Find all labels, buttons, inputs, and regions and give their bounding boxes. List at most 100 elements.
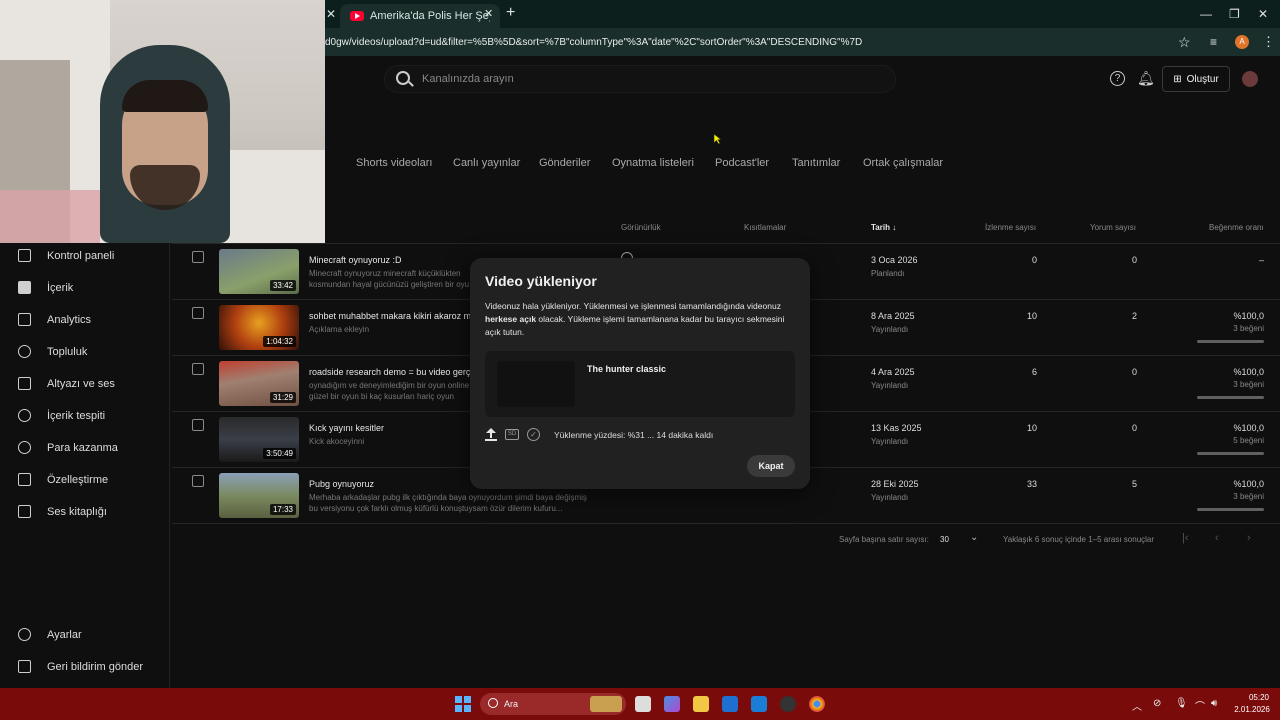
- video-desc: Kick akoceyinni: [309, 437, 365, 446]
- sidebar-item-customization[interactable]: Özelleştirme: [18, 473, 108, 486]
- tab-live[interactable]: Canlı yayınlar: [453, 157, 520, 169]
- tray-chevron-icon[interactable]: ︿: [1132, 698, 1142, 713]
- store-icon[interactable]: [722, 696, 738, 712]
- dashboard-icon: [18, 249, 31, 262]
- video-desc: Açıklama ekleyin: [309, 325, 370, 334]
- row-checkbox[interactable]: [192, 363, 204, 375]
- app-icon[interactable]: [780, 696, 796, 712]
- sidebar-item-label: İçerik tespiti: [47, 409, 106, 422]
- duration: 3:50:49: [263, 448, 296, 459]
- tab-promotions[interactable]: Tanıtımlar: [792, 157, 840, 169]
- sidebar-item-copyright[interactable]: İçerik tespiti: [18, 409, 105, 422]
- video-title[interactable]: Minecraft oynuyoruz :D: [309, 255, 402, 265]
- sidebar-item-community[interactable]: Topluluk: [18, 345, 87, 358]
- tab-shorts[interactable]: Shorts videoları: [356, 157, 432, 169]
- volume-icon[interactable]: 🔊︎: [1211, 698, 1217, 709]
- sidebar-item-dashboard[interactable]: Kontrol paneli: [18, 249, 114, 262]
- sidebar-item-label: Para kazanma: [47, 441, 118, 454]
- clock-date[interactable]: 2.01.2026: [1230, 705, 1274, 714]
- chevron-down-icon[interactable]: ⌄: [970, 532, 978, 543]
- sidebar-item-content[interactable]: İçerik: [18, 281, 73, 294]
- video-thumbnail[interactable]: 3:50:49: [219, 417, 299, 462]
- copilot-icon[interactable]: [664, 696, 680, 712]
- upload-video-card: The hunter classic: [485, 351, 795, 417]
- microphone-icon[interactable]: 🎙︎: [1175, 698, 1188, 709]
- close-tab-icon[interactable]: ✕: [484, 7, 493, 20]
- search-icon: [396, 71, 410, 85]
- comment-count: 2: [1131, 311, 1137, 321]
- chrome-icon[interactable]: [809, 696, 825, 712]
- row-checkbox[interactable]: [192, 307, 204, 319]
- row-checkbox[interactable]: [192, 419, 204, 431]
- row-checkbox[interactable]: [192, 475, 204, 487]
- browser-menu-icon[interactable]: ⋮: [1262, 34, 1275, 50]
- search-icon: [488, 698, 498, 708]
- notifications-bell-icon[interactable]: 🔔︎: [1137, 70, 1155, 87]
- file-explorer-icon[interactable]: [693, 696, 709, 712]
- youtube-favicon-icon: [350, 11, 364, 21]
- restore-icon[interactable]: ❐: [1229, 7, 1240, 21]
- sidebar-item-settings[interactable]: Ayarlar: [18, 628, 82, 641]
- like-ratio: %100,0: [1233, 367, 1264, 377]
- video-title[interactable]: sohbet muhabbet makara kikiri akaroz ma: [309, 311, 476, 321]
- bookmark-star-icon[interactable]: ☆: [1178, 34, 1191, 51]
- new-tab-button[interactable]: +: [506, 4, 515, 22]
- next-page-icon[interactable]: ›: [1247, 532, 1251, 544]
- comment-count: 0: [1131, 423, 1137, 433]
- monetization-icon: [18, 441, 31, 454]
- sidebar-item-label: Kontrol paneli: [47, 249, 115, 262]
- outlook-icon[interactable]: [751, 696, 767, 712]
- video-desc: güzel bir oyun bi kaç kusurları hariç oy…: [309, 392, 454, 401]
- like-ratio-bar: [1197, 340, 1264, 343]
- video-thumbnail[interactable]: 33:42: [219, 249, 299, 294]
- tab-posts[interactable]: Gönderiler: [539, 157, 590, 169]
- sidebar-item-audio-library[interactable]: Ses kitaplığı: [18, 505, 107, 518]
- sidebar-item-subtitles[interactable]: Altyazı ve ses: [18, 377, 115, 390]
- video-thumbnail[interactable]: 31:29: [219, 361, 299, 406]
- tab-podcasts[interactable]: Podcast'ler: [715, 157, 769, 169]
- sidebar: [0, 243, 170, 688]
- channel-avatar[interactable]: [1242, 71, 1258, 87]
- close-window-icon[interactable]: ✕: [1258, 7, 1268, 21]
- create-button[interactable]: ⊞ Oluştur: [1162, 66, 1230, 92]
- search-highlight-icon: [590, 696, 622, 712]
- video-status: Planlandı: [871, 269, 905, 278]
- help-icon[interactable]: ?: [1110, 71, 1125, 86]
- rows-per-page-select[interactable]: 30: [940, 535, 949, 544]
- prev-page-icon[interactable]: ‹: [1215, 532, 1219, 544]
- upload-progress-text: Yüklenme yüzdesi: %31 ... 14 dakika kald…: [554, 429, 714, 440]
- video-thumbnail[interactable]: 1:04:32: [219, 305, 299, 350]
- extensions-icon[interactable]: ≡: [1210, 35, 1217, 49]
- windows-start-icon[interactable]: [455, 696, 471, 712]
- clock-time[interactable]: 05:20: [1244, 693, 1274, 702]
- video-title[interactable]: roadside research demo = bu video gerçel: [309, 367, 477, 377]
- like-ratio: %100,0: [1233, 423, 1264, 433]
- col-date[interactable]: Tarih ↓: [871, 223, 896, 232]
- task-view-icon[interactable]: [635, 696, 651, 712]
- tab-playlists[interactable]: Oynatma listeleri: [612, 157, 694, 169]
- row-checkbox[interactable]: [192, 251, 204, 263]
- sidebar-item-feedback[interactable]: Geri bildirim gönder: [18, 660, 143, 673]
- minimize-icon[interactable]: —: [1200, 7, 1212, 21]
- tab-title: Amerika'da Polis Her Şeyi Görü: [370, 10, 490, 22]
- sidebar-item-label: Altyazı ve ses: [47, 377, 115, 390]
- view-count: 0: [1031, 255, 1037, 265]
- close-button[interactable]: Kapat: [747, 455, 795, 477]
- profile-avatar[interactable]: A: [1235, 35, 1249, 49]
- sidebar-item-analytics[interactable]: Analytics: [18, 313, 91, 326]
- video-title[interactable]: Pubg oynuyoruz: [309, 479, 374, 489]
- video-thumbnail[interactable]: 17:33: [219, 473, 299, 518]
- video-title[interactable]: Kıck yayını kesitler: [309, 423, 384, 433]
- first-page-icon[interactable]: |‹: [1182, 532, 1189, 544]
- wifi-icon[interactable]: ⌒: [1195, 698, 1205, 713]
- network-icon[interactable]: ⊘: [1153, 698, 1161, 709]
- url-text[interactable]: d0gw/videos/upload?d=ud&filter=%5B%5D&so…: [325, 37, 862, 48]
- sidebar-item-label: İçerik: [47, 281, 74, 294]
- sidebar-item-monetization[interactable]: Para kazanma: [18, 441, 118, 454]
- video-desc: kosmundan hayal gücünüzü geliştiren bir …: [309, 280, 470, 289]
- tab-collaborations[interactable]: Ortak çalışmalar: [863, 157, 943, 169]
- sidebar-item-label: Topluluk: [47, 345, 88, 358]
- browser-tab[interactable]: Amerika'da Polis Her Şeyi Görü: [340, 4, 500, 28]
- customization-icon: [18, 473, 31, 486]
- close-tab-icon[interactable]: ✕: [326, 7, 336, 21]
